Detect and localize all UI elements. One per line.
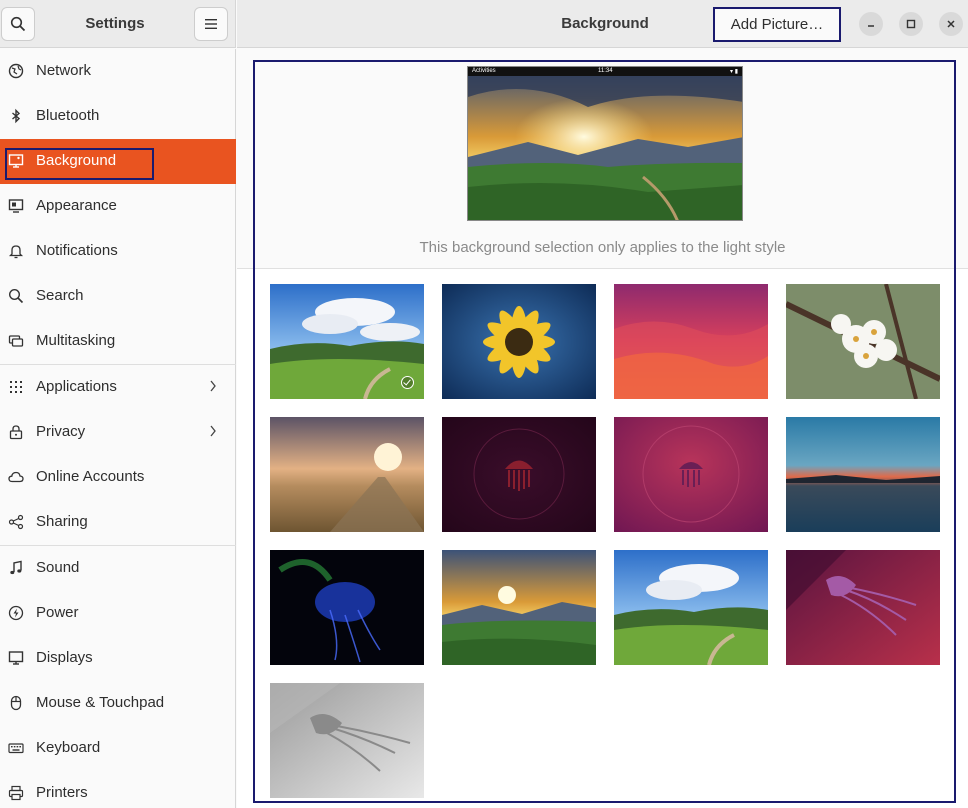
- sidebar-item-network[interactable]: Network: [0, 49, 236, 94]
- sidebar-item-label: Online Accounts: [36, 468, 145, 485]
- background-panel: Activities 11:34 ▾ ▮ This background sel…: [237, 49, 968, 808]
- light-style-note: This background selection only applies t…: [419, 239, 786, 256]
- main-header: Background Add Picture…: [237, 0, 968, 48]
- lock-icon: [9, 425, 23, 440]
- page-title: Background: [561, 15, 649, 32]
- sidebar-item-mouse-touchpad[interactable]: Mouse & Touchpad: [0, 681, 236, 726]
- preview-status-icons: ▾ ▮: [730, 69, 738, 75]
- wallpaper-thumbnail[interactable]: [270, 417, 424, 532]
- sidebar-item-online-accounts[interactable]: Online Accounts: [0, 455, 236, 500]
- sidebar-item-bluetooth[interactable]: Bluetooth: [0, 94, 236, 139]
- selection-highlight: [5, 148, 154, 180]
- sidebar-item-label: Sharing: [36, 513, 88, 530]
- wallpaper-thumbnail[interactable]: [270, 284, 424, 399]
- sidebar-item-label: Mouse & Touchpad: [36, 694, 165, 711]
- appearance-icon: [8, 199, 24, 213]
- sidebar-item-power[interactable]: Power: [0, 591, 236, 636]
- bluetooth-icon: [12, 108, 21, 124]
- search-icon: [10, 16, 26, 32]
- wallpaper-thumbnail[interactable]: [786, 284, 940, 399]
- apps-grid-icon: [10, 381, 22, 393]
- wallpaper-thumbnail[interactable]: [442, 550, 596, 665]
- sidebar-item-label: Keyboard: [36, 739, 101, 756]
- sidebar-item-privacy[interactable]: Privacy: [0, 410, 236, 455]
- sidebar-item-label: Displays: [36, 649, 93, 666]
- mouse-icon: [10, 695, 22, 711]
- share-icon: [8, 514, 24, 530]
- search-button[interactable]: [1, 7, 35, 41]
- close-button[interactable]: [939, 12, 963, 36]
- sidebar-item-printers[interactable]: Printers: [0, 771, 236, 808]
- wallpaper-thumbnail[interactable]: [442, 417, 596, 532]
- sidebar-item-label: Privacy: [36, 423, 86, 440]
- sidebar-item-multitasking[interactable]: Multitasking: [0, 319, 236, 364]
- minimize-button[interactable]: [859, 12, 883, 36]
- sidebar-item-label: Bluetooth: [36, 107, 100, 124]
- sidebar-item-label: Appearance: [36, 197, 117, 214]
- sidebar-item-background[interactable]: Background: [0, 139, 236, 184]
- preview-topbar: Activities 11:34 ▾ ▮: [468, 67, 742, 76]
- wallpaper-thumbnail[interactable]: [442, 284, 596, 399]
- bell-icon: [8, 245, 24, 259]
- sidebar-item-applications[interactable]: Applications: [0, 365, 236, 410]
- wallpaper-thumbnail[interactable]: [270, 683, 424, 798]
- sidebar-item-label: Printers: [36, 784, 88, 801]
- sidebar-title: Settings: [85, 15, 145, 32]
- printer-icon: [8, 785, 24, 801]
- desktop-preview: Activities 11:34 ▾ ▮: [467, 66, 743, 221]
- sidebar-item-label: Network: [36, 62, 92, 79]
- wallpaper-thumbnail[interactable]: [614, 550, 768, 665]
- display-icon: [8, 651, 24, 665]
- wallpaper-thumbnail[interactable]: [786, 550, 940, 665]
- wallpaper-thumbnail[interactable]: [786, 417, 940, 532]
- sidebar-item-label: Search: [36, 287, 84, 304]
- sidebar-item-label: Multitasking: [36, 332, 116, 349]
- preview-activities-label: Activities: [472, 68, 496, 74]
- power-icon: [8, 605, 24, 621]
- sidebar-item-label: Applications: [36, 378, 117, 395]
- wallpaper-thumbnail[interactable]: [614, 284, 768, 399]
- main-menu-button[interactable]: [194, 7, 228, 41]
- sidebar-item-label: Power: [36, 604, 79, 621]
- network-icon: [8, 63, 24, 79]
- close-icon: [947, 20, 955, 28]
- preview-area: Activities 11:34 ▾ ▮ This background sel…: [237, 49, 968, 269]
- selected-check-icon: [401, 376, 414, 389]
- sidebar-item-displays[interactable]: Displays: [0, 636, 236, 681]
- maximize-icon: [906, 19, 916, 29]
- multitasking-icon: [8, 335, 24, 347]
- chevron-right-icon: [210, 425, 216, 437]
- sidebar-item-appearance[interactable]: Appearance: [0, 184, 236, 229]
- sidebar-item-keyboard[interactable]: Keyboard: [0, 726, 236, 771]
- wallpaper-thumbnail[interactable]: [270, 550, 424, 665]
- sidebar-header: Settings: [0, 0, 236, 48]
- chevron-right-icon: [210, 380, 216, 392]
- sidebar-item-sharing[interactable]: Sharing: [0, 500, 236, 545]
- keyboard-icon: [8, 743, 24, 754]
- sidebar-item-notifications[interactable]: Notifications: [0, 229, 236, 274]
- preview-clock: 11:34: [598, 68, 613, 74]
- wallpaper-thumbnail[interactable]: [614, 417, 768, 532]
- sidebar-item-sound[interactable]: Sound: [0, 546, 236, 591]
- music-note-icon: [10, 560, 22, 575]
- maximize-button[interactable]: [899, 12, 923, 36]
- cloud-icon: [8, 471, 24, 483]
- sidebar-item-label: Sound: [36, 559, 80, 576]
- minimize-icon: [868, 25, 874, 27]
- hamburger-icon: [205, 19, 217, 29]
- sidebar-item-search[interactable]: Search: [0, 274, 236, 319]
- sidebar-item-label: Notifications: [36, 242, 118, 259]
- search-icon: [8, 288, 24, 304]
- wallpaper-preview-image: [468, 67, 742, 220]
- add-picture-button[interactable]: Add Picture…: [713, 7, 841, 42]
- sidebar: Network Bluetooth Background Appearance …: [0, 49, 236, 808]
